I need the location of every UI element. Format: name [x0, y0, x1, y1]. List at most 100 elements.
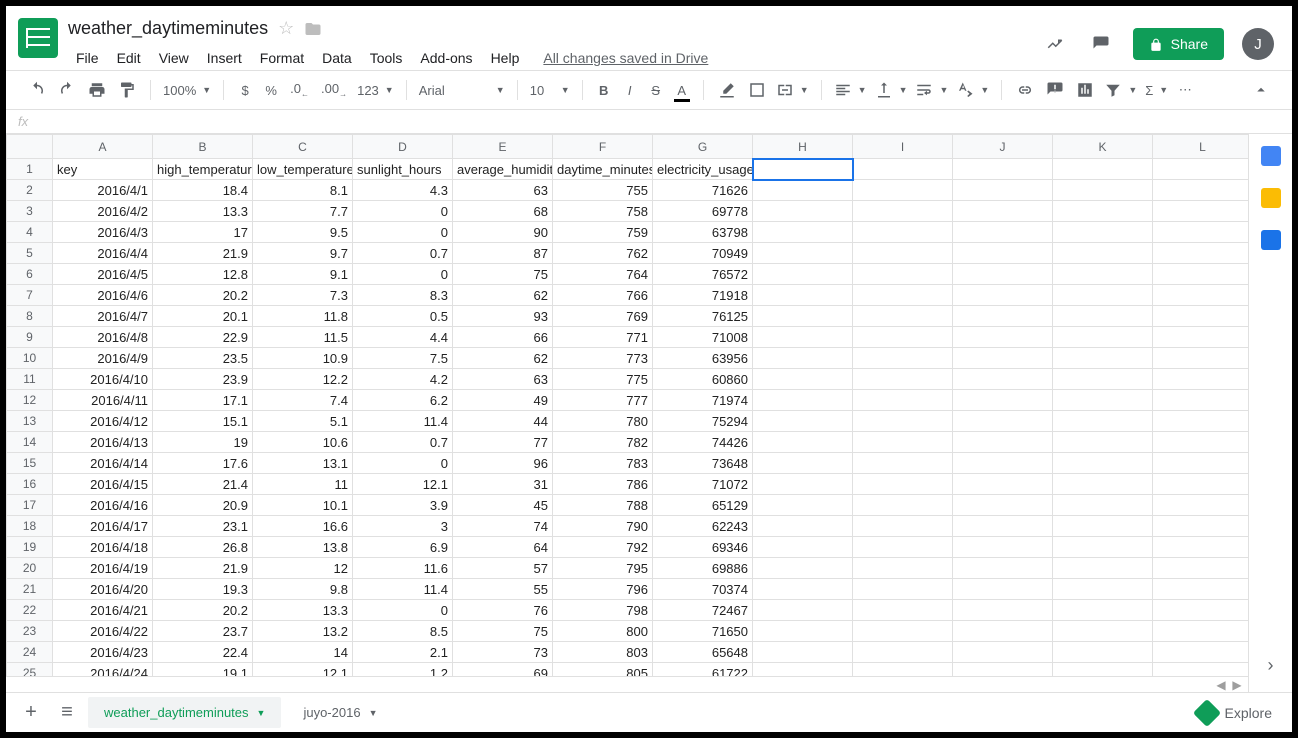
row-header[interactable]: 8 [7, 306, 53, 327]
cell[interactable]: 76 [453, 600, 553, 621]
cell[interactable] [1153, 558, 1249, 579]
row-header[interactable]: 20 [7, 558, 53, 579]
collapse-toolbar-button[interactable] [1248, 77, 1274, 103]
account-avatar[interactable]: J [1242, 28, 1274, 60]
cell[interactable] [753, 390, 853, 411]
cell[interactable]: 74 [453, 516, 553, 537]
cell[interactable] [753, 474, 853, 495]
cell[interactable]: 2016/4/19 [53, 558, 153, 579]
cell[interactable] [853, 537, 953, 558]
column-header[interactable]: E [453, 135, 553, 159]
cell[interactable]: 2016/4/9 [53, 348, 153, 369]
cell[interactable] [1053, 201, 1153, 222]
cell[interactable]: 23.1 [153, 516, 253, 537]
cell[interactable] [953, 201, 1053, 222]
cell[interactable]: 62243 [653, 516, 753, 537]
menu-tools[interactable]: Tools [362, 46, 411, 70]
cell[interactable]: 31 [453, 474, 553, 495]
cell[interactable]: 792 [553, 537, 653, 558]
cell[interactable]: 790 [553, 516, 653, 537]
row-header[interactable]: 9 [7, 327, 53, 348]
cell[interactable]: 71008 [653, 327, 753, 348]
cell[interactable]: 13.1 [253, 453, 353, 474]
more-toolbar-button[interactable]: ⋯ [1174, 78, 1196, 102]
cell[interactable]: 788 [553, 495, 653, 516]
cell[interactable] [753, 411, 853, 432]
cell[interactable]: 11 [253, 474, 353, 495]
cell[interactable] [753, 537, 853, 558]
cell[interactable] [753, 453, 853, 474]
cell[interactable]: 9.1 [253, 264, 353, 285]
cell[interactable] [1053, 600, 1153, 621]
cell[interactable]: 7.4 [253, 390, 353, 411]
row-header[interactable]: 2 [7, 180, 53, 201]
cell[interactable]: 2016/4/22 [53, 621, 153, 642]
cell[interactable]: 76125 [653, 306, 753, 327]
cell[interactable]: 3 [353, 516, 453, 537]
row-header[interactable]: 14 [7, 432, 53, 453]
cell[interactable] [1153, 180, 1249, 201]
cell[interactable]: 19 [153, 432, 253, 453]
cell[interactable]: 57 [453, 558, 553, 579]
cell[interactable] [753, 201, 853, 222]
row-header[interactable]: 25 [7, 663, 53, 677]
row-header[interactable]: 4 [7, 222, 53, 243]
cell[interactable] [1053, 327, 1153, 348]
cell[interactable]: 758 [553, 201, 653, 222]
column-header[interactable]: B [153, 135, 253, 159]
cell[interactable]: 62 [453, 285, 553, 306]
cell[interactable]: 771 [553, 327, 653, 348]
menu-insert[interactable]: Insert [199, 46, 250, 70]
cell[interactable]: 20.2 [153, 600, 253, 621]
currency-button[interactable]: $ [234, 79, 256, 102]
cell[interactable] [753, 159, 853, 180]
row-header[interactable]: 18 [7, 516, 53, 537]
cell[interactable]: 71626 [653, 180, 753, 201]
cell[interactable] [1153, 516, 1249, 537]
cell[interactable] [853, 159, 953, 180]
cell[interactable]: 796 [553, 579, 653, 600]
cell[interactable]: 63798 [653, 222, 753, 243]
cell[interactable]: 2016/4/6 [53, 285, 153, 306]
insert-comment-button[interactable] [1042, 77, 1068, 103]
cell[interactable] [753, 222, 853, 243]
cell[interactable]: 10.6 [253, 432, 353, 453]
cell[interactable] [1053, 222, 1153, 243]
cell[interactable]: 71072 [653, 474, 753, 495]
cell[interactable] [1153, 453, 1249, 474]
cell[interactable]: 20.2 [153, 285, 253, 306]
cell[interactable] [853, 222, 953, 243]
cell[interactable]: 44 [453, 411, 553, 432]
cell[interactable]: 15.1 [153, 411, 253, 432]
cell[interactable]: 19.1 [153, 663, 253, 677]
cell[interactable]: 68 [453, 201, 553, 222]
cell[interactable] [1053, 621, 1153, 642]
cell[interactable]: 2016/4/3 [53, 222, 153, 243]
cell[interactable] [753, 621, 853, 642]
cell[interactable]: 20.9 [153, 495, 253, 516]
cell[interactable] [753, 243, 853, 264]
cell[interactable]: 20.1 [153, 306, 253, 327]
keep-addon-icon[interactable] [1261, 188, 1281, 208]
cell[interactable]: 55 [453, 579, 553, 600]
cell[interactable] [853, 621, 953, 642]
cell[interactable]: 2016/4/12 [53, 411, 153, 432]
cell[interactable]: 90 [453, 222, 553, 243]
cell[interactable] [1153, 369, 1249, 390]
cell[interactable] [953, 348, 1053, 369]
cell[interactable] [853, 432, 953, 453]
cell[interactable]: 782 [553, 432, 653, 453]
percent-button[interactable]: % [260, 79, 282, 102]
cell[interactable]: 4.3 [353, 180, 453, 201]
cell[interactable] [1153, 474, 1249, 495]
cell[interactable] [1053, 495, 1153, 516]
increase-decimal-button[interactable]: .00→ [317, 77, 351, 103]
cell[interactable] [753, 285, 853, 306]
insert-chart-button[interactable] [1072, 77, 1098, 103]
cell[interactable]: 45 [453, 495, 553, 516]
cell[interactable]: 2016/4/1 [53, 180, 153, 201]
cell[interactable] [853, 411, 953, 432]
cell[interactable] [753, 600, 853, 621]
cell[interactable]: 2016/4/2 [53, 201, 153, 222]
strikethrough-button[interactable]: S [645, 79, 667, 102]
